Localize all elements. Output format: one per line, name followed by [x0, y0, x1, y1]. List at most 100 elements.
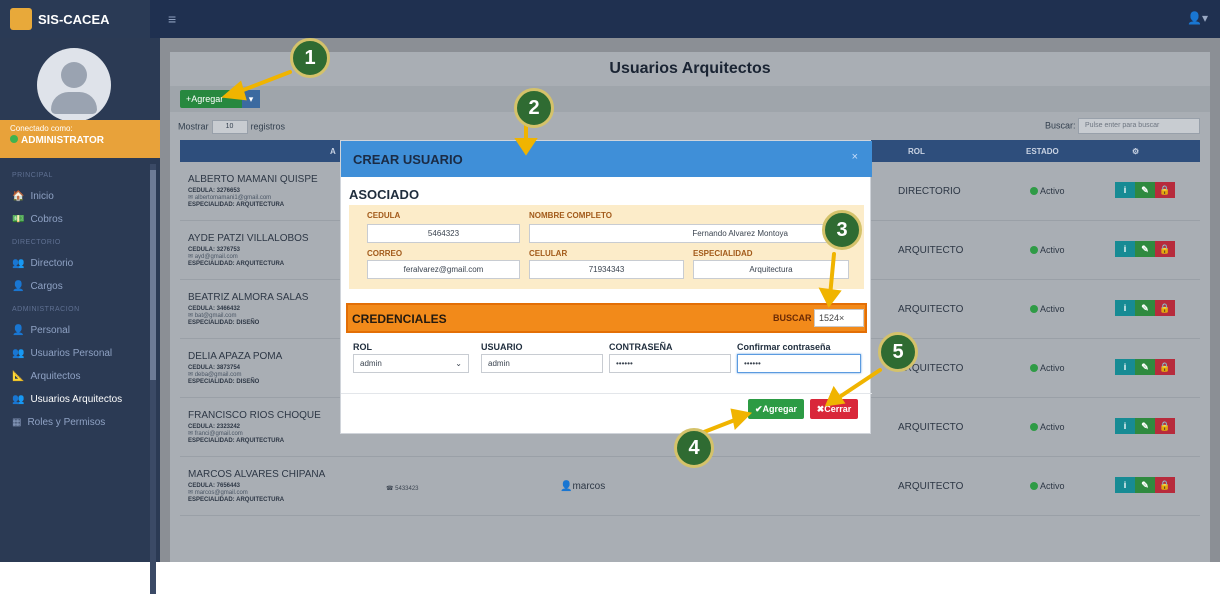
- edit-icon[interactable]: ✎: [1135, 241, 1155, 257]
- ruler-icon: 📐: [12, 371, 25, 382]
- cedula-text: CEDULA: 3873754: [188, 365, 241, 371]
- add-button[interactable]: +Agregar ▾: [180, 90, 260, 108]
- especialidad-text: ESPECIALIDAD: ARQUITECTURA: [188, 261, 285, 267]
- status-badge: Activo: [1030, 363, 1065, 373]
- confirm-password-input[interactable]: ••••••: [737, 354, 861, 373]
- avatar: [37, 48, 111, 122]
- sidebar-item-arquitectos[interactable]: 📐 Arquitectos: [0, 365, 150, 388]
- sidebar-item-usuarios-personal[interactable]: 👥 Usuarios Personal: [0, 342, 150, 365]
- column-header-rol: ROL: [908, 147, 925, 156]
- usuario-label: USUARIO: [481, 342, 523, 352]
- sidebar-item-personal[interactable]: 👤 Personal: [0, 319, 150, 342]
- menu-toggle-icon[interactable]: ≡: [168, 11, 176, 27]
- online-dot-icon: [10, 135, 18, 143]
- info-button[interactable]: i: [1115, 359, 1135, 375]
- info-button[interactable]: i: [1115, 418, 1135, 434]
- sidebar-scrollbar[interactable]: [150, 164, 156, 594]
- connected-role: ADMINISTRATOR: [21, 135, 104, 146]
- sidebar-item-inicio[interactable]: 🏠 Inicio: [0, 185, 150, 208]
- sidebar-item-cargos[interactable]: 👤 Cargos: [0, 275, 150, 298]
- especialidad-label: ESPECIALIDAD: [693, 249, 753, 258]
- show-label: Mostrar: [178, 121, 209, 132]
- cedula-text: CEDULA: 3276753: [188, 247, 241, 253]
- column-header-estado: ESTADO: [1026, 147, 1059, 156]
- logo-icon: [10, 8, 32, 30]
- buscar-select[interactable]: 1524×: [814, 309, 864, 327]
- status-badge: Activo: [1030, 304, 1065, 314]
- chevron-down-icon[interactable]: ▾: [242, 90, 260, 108]
- info-button[interactable]: i: [1115, 300, 1135, 316]
- toolbar: +Agregar ▾: [170, 86, 1210, 112]
- modal-title: CREAR USUARIO: [353, 152, 463, 167]
- credenciales-bar: CREDENCIALES BUSCAR 1524×: [346, 303, 867, 333]
- edit-icon[interactable]: ✎: [1135, 477, 1155, 493]
- user-icon: 👤: [12, 281, 25, 292]
- lock-icon[interactable]: 🔒: [1155, 241, 1175, 257]
- edit-icon[interactable]: ✎: [1135, 300, 1155, 316]
- edit-icon[interactable]: ✎: [1135, 418, 1155, 434]
- lock-icon[interactable]: 🔒: [1155, 418, 1175, 434]
- rol-label: ROL: [353, 342, 372, 352]
- sidebar-item-cobros[interactable]: 💵 Cobros: [0, 208, 150, 231]
- lock-icon[interactable]: 🔒: [1155, 182, 1175, 198]
- user-icon: 👤: [560, 481, 573, 492]
- edit-icon[interactable]: ✎: [1135, 182, 1155, 198]
- row-actions: i ✎ 🔒: [1115, 182, 1175, 198]
- email-text: marcos@gmail.com: [194, 490, 248, 496]
- status-dot-icon: [1030, 187, 1038, 195]
- info-button[interactable]: i: [1115, 241, 1135, 257]
- close-icon[interactable]: ×: [852, 151, 858, 163]
- rol-text: ARQUITECTO: [898, 245, 964, 256]
- usuario-input[interactable]: admin: [481, 354, 603, 373]
- sidebar-item-directorio[interactable]: 👥 Directorio: [0, 252, 150, 275]
- menu-section-title: DIRECTORIO: [12, 239, 61, 246]
- rol-text: ARQUITECTO: [898, 422, 964, 433]
- celular-field[interactable]: 71934343: [529, 260, 684, 279]
- page-size-select[interactable]: 10: [211, 120, 248, 134]
- confirm-password-label: Confirmar contraseña: [737, 342, 831, 352]
- sidebar-item-roles[interactable]: ▦ Roles y Permisos: [0, 411, 150, 434]
- scrollbar-thumb[interactable]: [150, 170, 156, 380]
- email-text: albertomamani1@gmail.com: [194, 195, 272, 201]
- cedula-text: CEDULA: 2323242: [188, 424, 241, 430]
- lock-icon[interactable]: 🔒: [1155, 300, 1175, 316]
- especialidad-text: ESPECIALIDAD: ARQUITECTURA: [188, 497, 285, 503]
- especialidad-text: ESPECIALIDAD: DISEÑO: [188, 379, 260, 385]
- nombre-field[interactable]: Fernando Alvarez Montoya: [529, 224, 849, 243]
- especialidad-field[interactable]: Arquitectura: [693, 260, 849, 279]
- status-dot-icon: [1030, 364, 1038, 372]
- search-input[interactable]: Pulse enter para buscar: [1078, 118, 1200, 134]
- password-input[interactable]: ••••••: [609, 354, 731, 373]
- lock-icon[interactable]: 🔒: [1155, 477, 1175, 493]
- arquitecto-meta: CEDULA: 3276753 ✉ ayd@gmail.com ESPECIAL…: [188, 247, 284, 268]
- celular-label: CELULAR: [529, 249, 568, 258]
- status-dot-icon: [1030, 423, 1038, 431]
- table-icon: ▦: [12, 417, 22, 428]
- rol-text: ARQUITECTO: [898, 304, 964, 315]
- arquitecto-name: ALBERTO MAMANI QUISPE: [188, 174, 318, 185]
- brand[interactable]: SIS-CACEA: [0, 0, 150, 38]
- sidebar-item-usuarios-arquitectos[interactable]: 👥 Usuarios Arquitectos: [0, 388, 150, 411]
- email-icon: ✉: [188, 254, 194, 260]
- lock-icon[interactable]: 🔒: [1155, 359, 1175, 375]
- status-badge: Activo: [1030, 186, 1065, 196]
- especialidad-text: ESPECIALIDAD: ARQUITECTURA: [188, 202, 285, 208]
- edit-icon[interactable]: ✎: [1135, 359, 1155, 375]
- correo-field[interactable]: feralvarez@gmail.com: [367, 260, 520, 279]
- row-actions: i ✎ 🔒: [1115, 300, 1175, 316]
- money-icon: 💵: [12, 214, 25, 225]
- cerrar-button[interactable]: ✖Cerrar: [810, 399, 858, 419]
- cedula-text: CEDULA: 3276653: [188, 188, 241, 194]
- info-button[interactable]: i: [1115, 182, 1135, 198]
- cedula-field[interactable]: 5464323: [367, 224, 520, 243]
- rol-select[interactable]: admin ⌄: [353, 354, 469, 373]
- user-menu-icon[interactable]: 👤▾: [1187, 11, 1208, 25]
- users-icon: 👥: [12, 348, 25, 359]
- status-dot-icon: [1030, 305, 1038, 313]
- step-marker-5: 5: [878, 332, 918, 372]
- info-button[interactable]: i: [1115, 477, 1135, 493]
- arquitecto-name: DELIA APAZA POMA: [188, 351, 283, 362]
- arquitecto-meta: CEDULA: 3466432 ✉ bat@gmail.com ESPECIAL…: [188, 306, 259, 327]
- row-actions: i ✎ 🔒: [1115, 477, 1175, 493]
- agregar-button[interactable]: ✔Agregar: [748, 399, 804, 419]
